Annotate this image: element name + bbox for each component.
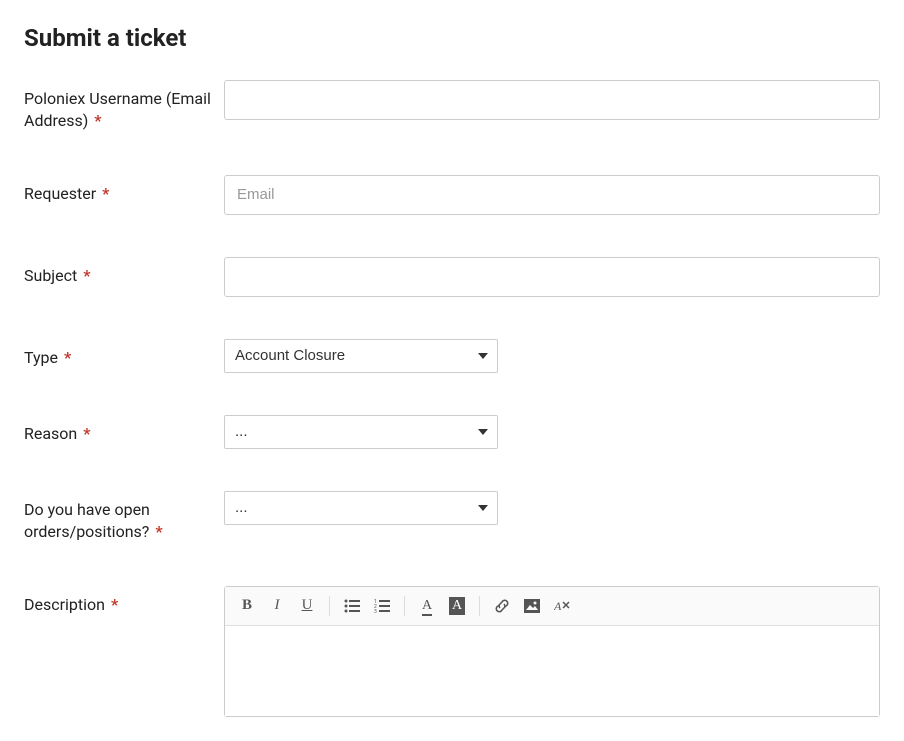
unordered-list-button[interactable] <box>338 593 366 619</box>
username-label: Poloniex Username (Email Address) * <box>24 80 224 133</box>
italic-button[interactable]: I <box>263 593 291 619</box>
subject-input[interactable] <box>224 257 880 297</box>
type-label: Type * <box>24 339 224 369</box>
username-input[interactable] <box>224 80 880 120</box>
field-row-subject: Subject * <box>24 257 880 297</box>
bullet-list-icon <box>344 599 360 613</box>
field-row-open-orders: Do you have open orders/positions? * ... <box>24 491 880 544</box>
field-row-description: Description * B I U 123 A A <box>24 586 880 717</box>
required-star-icon: * <box>102 184 109 203</box>
text-color-button[interactable]: A <box>413 593 441 619</box>
required-star-icon: * <box>155 522 162 541</box>
field-row-requester: Requester * <box>24 175 880 215</box>
clear-format-icon: A <box>554 599 570 613</box>
field-row-type: Type * Account Closure <box>24 339 880 373</box>
required-star-icon: * <box>111 595 118 614</box>
required-star-icon: * <box>83 424 90 443</box>
page-title: Submit a ticket <box>24 24 880 52</box>
toolbar-separator <box>404 596 405 616</box>
requester-label: Requester * <box>24 175 224 205</box>
toolbar-separator <box>479 596 480 616</box>
subject-label: Subject * <box>24 257 224 287</box>
description-textarea[interactable] <box>225 626 879 716</box>
clear-format-button[interactable]: A <box>548 593 576 619</box>
toolbar-separator <box>329 596 330 616</box>
required-star-icon: * <box>83 266 90 285</box>
open-orders-label: Do you have open orders/positions? * <box>24 491 224 544</box>
reason-select[interactable]: ... <box>224 415 498 449</box>
link-icon <box>494 598 510 614</box>
description-label: Description * <box>24 586 224 616</box>
field-row-username: Poloniex Username (Email Address) * <box>24 80 880 133</box>
ordered-list-button[interactable]: 123 <box>368 593 396 619</box>
background-color-button[interactable]: A <box>443 593 471 619</box>
svg-text:3: 3 <box>374 609 377 613</box>
numbered-list-icon: 123 <box>374 599 390 613</box>
link-button[interactable] <box>488 593 516 619</box>
svg-text:A: A <box>554 599 562 613</box>
bold-button[interactable]: B <box>233 593 261 619</box>
reason-label: Reason * <box>24 415 224 445</box>
rich-text-editor: B I U 123 A A <box>224 586 880 717</box>
image-button[interactable] <box>518 593 546 619</box>
field-row-reason: Reason * ... <box>24 415 880 449</box>
open-orders-select[interactable]: ... <box>224 491 498 525</box>
underline-button[interactable]: U <box>293 593 321 619</box>
editor-toolbar: B I U 123 A A <box>225 587 879 626</box>
required-star-icon: * <box>94 111 101 130</box>
type-select[interactable]: Account Closure <box>224 339 498 373</box>
required-star-icon: * <box>64 348 71 367</box>
requester-input[interactable] <box>224 175 880 215</box>
image-icon <box>524 599 540 613</box>
